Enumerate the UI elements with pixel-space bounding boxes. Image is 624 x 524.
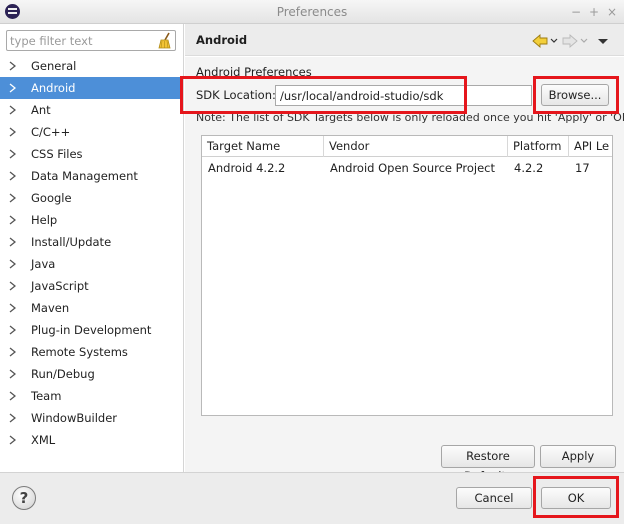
chevron-right-icon[interactable] xyxy=(9,259,16,269)
chevron-right-icon[interactable] xyxy=(9,127,16,137)
ok-button[interactable]: OK xyxy=(541,487,611,509)
filter-input[interactable] xyxy=(7,31,147,50)
sidebar-item-label: Remote Systems xyxy=(31,345,128,359)
browse-button[interactable]: Browse... xyxy=(541,84,609,106)
sidebar-item-ant[interactable]: Ant xyxy=(0,99,183,121)
chevron-right-icon[interactable] xyxy=(9,347,16,357)
column-header-platform[interactable]: Platform xyxy=(508,136,569,157)
sdk-location-input[interactable] xyxy=(276,86,531,105)
sidebar-item-general[interactable]: General xyxy=(0,55,183,77)
sdk-targets-table[interactable]: Target Name Vendor Platform API Le Andro… xyxy=(201,135,613,416)
maximize-button[interactable]: + xyxy=(588,5,600,19)
back-arrow-icon[interactable] xyxy=(531,32,559,50)
sidebar-item-label: XML xyxy=(31,433,56,447)
view-menu-icon[interactable] xyxy=(595,32,611,50)
chevron-right-icon[interactable] xyxy=(9,281,16,291)
window-title: Preferences xyxy=(276,5,348,19)
title-bar: Preferences − + × xyxy=(0,0,624,24)
clear-filter-icon[interactable] xyxy=(156,32,172,49)
chevron-right-icon[interactable] xyxy=(9,61,16,71)
chevron-right-icon[interactable] xyxy=(9,83,16,93)
sidebar-item-c-c[interactable]: C/C++ xyxy=(0,121,183,143)
sidebar-item-remote-systems[interactable]: Remote Systems xyxy=(0,341,183,363)
page-header: Android xyxy=(185,24,624,56)
sidebar-item-google[interactable]: Google xyxy=(0,187,183,209)
chevron-right-icon[interactable] xyxy=(9,435,16,445)
sdk-location-field[interactable] xyxy=(275,85,532,106)
chevron-right-icon[interactable] xyxy=(9,369,16,379)
sidebar-item-label: Maven xyxy=(31,301,70,315)
history-navigation xyxy=(531,32,617,50)
sidebar-item-label: Run/Debug xyxy=(31,367,95,381)
cell-api-level: 17 xyxy=(575,161,590,175)
chevron-right-icon[interactable] xyxy=(9,237,16,247)
sidebar-item-label: Data Management xyxy=(31,169,138,183)
column-header-api-level[interactable]: API Le xyxy=(569,136,612,157)
filter-field[interactable] xyxy=(6,30,176,51)
chevron-right-icon[interactable] xyxy=(9,215,16,225)
sidebar-item-help[interactable]: Help xyxy=(0,209,183,231)
cancel-button[interactable]: Cancel xyxy=(456,487,532,509)
sidebar-item-label: Ant xyxy=(31,103,51,117)
sidebar-item-data-management[interactable]: Data Management xyxy=(0,165,183,187)
close-button[interactable]: × xyxy=(606,5,618,19)
column-header-vendor[interactable]: Vendor xyxy=(324,136,508,157)
sidebar-item-xml[interactable]: XML xyxy=(0,429,183,451)
sidebar-item-label: WindowBuilder xyxy=(31,411,118,425)
preference-page: Android Android Preferences SDK Location… xyxy=(185,24,624,483)
apply-button[interactable]: Apply xyxy=(540,445,616,468)
preferences-sidebar: General Android Ant C/C++ CSS Files Data Mana… xyxy=(0,24,184,472)
table-header: Target Name Vendor Platform API Le xyxy=(202,136,612,157)
chevron-right-icon[interactable] xyxy=(9,303,16,313)
cell-vendor: Android Open Source Project xyxy=(330,161,495,175)
sidebar-item-label: General xyxy=(31,59,77,73)
sidebar-item-label: Help xyxy=(31,213,58,227)
restore-defaults-button[interactable]: Restore Defaults xyxy=(441,445,535,483)
sdk-reload-note: Note: The list of SDK Targets below is o… xyxy=(196,111,624,124)
preferences-tree: General Android Ant C/C++ CSS Files Data Mana… xyxy=(0,55,183,451)
column-header-target-name[interactable]: Target Name xyxy=(202,136,324,157)
sdk-location-label: SDK Location: xyxy=(196,88,276,102)
sidebar-item-javascript[interactable]: JavaScript xyxy=(0,275,183,297)
chevron-right-icon[interactable] xyxy=(9,193,16,203)
sidebar-item-label: Google xyxy=(31,191,72,205)
help-button[interactable]: ? xyxy=(12,486,36,510)
sidebar-item-css-files[interactable]: CSS Files xyxy=(0,143,183,165)
chevron-right-icon[interactable] xyxy=(9,171,16,181)
page-title: Android xyxy=(196,33,248,47)
chevron-right-icon[interactable] xyxy=(9,105,16,115)
sidebar-item-android[interactable]: Android xyxy=(0,77,183,99)
sidebar-item-label: Team xyxy=(31,389,62,403)
sidebar-item-label: JavaScript xyxy=(31,279,89,293)
sidebar-item-run-debug[interactable]: Run/Debug xyxy=(0,363,183,385)
forward-arrow-icon[interactable] xyxy=(561,32,589,50)
sidebar-item-label: Java xyxy=(31,257,56,271)
chevron-right-icon[interactable] xyxy=(9,149,16,159)
sidebar-item-label: CSS Files xyxy=(31,147,83,161)
sidebar-item-label: Plug-in Development xyxy=(31,323,152,337)
page-content: Android Preferences SDK Location: Browse… xyxy=(185,57,624,483)
chevron-right-icon[interactable] xyxy=(9,325,16,335)
minimize-button[interactable]: − xyxy=(570,5,582,19)
chevron-right-icon[interactable] xyxy=(9,391,16,401)
sidebar-item-plug-in-development[interactable]: Plug-in Development xyxy=(0,319,183,341)
section-title: Android Preferences xyxy=(196,65,312,79)
chevron-right-icon[interactable] xyxy=(9,413,16,423)
sidebar-item-maven[interactable]: Maven xyxy=(0,297,183,319)
cell-platform: 4.2.2 xyxy=(514,161,544,175)
sidebar-item-label: Install/Update xyxy=(31,235,112,249)
dialog-button-bar: ? Cancel OK xyxy=(0,472,624,524)
sidebar-item-java[interactable]: Java xyxy=(0,253,183,275)
sidebar-item-label: Android xyxy=(31,81,76,95)
sidebar-item-windowbuilder[interactable]: WindowBuilder xyxy=(0,407,183,429)
sidebar-item-team[interactable]: Team xyxy=(0,385,183,407)
table-row[interactable]: Android 4.2.2 Android Open Source Projec… xyxy=(202,158,612,179)
sidebar-item-install-update[interactable]: Install/Update xyxy=(0,231,183,253)
sidebar-item-label: C/C++ xyxy=(31,125,71,139)
cell-target-name: Android 4.2.2 xyxy=(208,161,286,175)
